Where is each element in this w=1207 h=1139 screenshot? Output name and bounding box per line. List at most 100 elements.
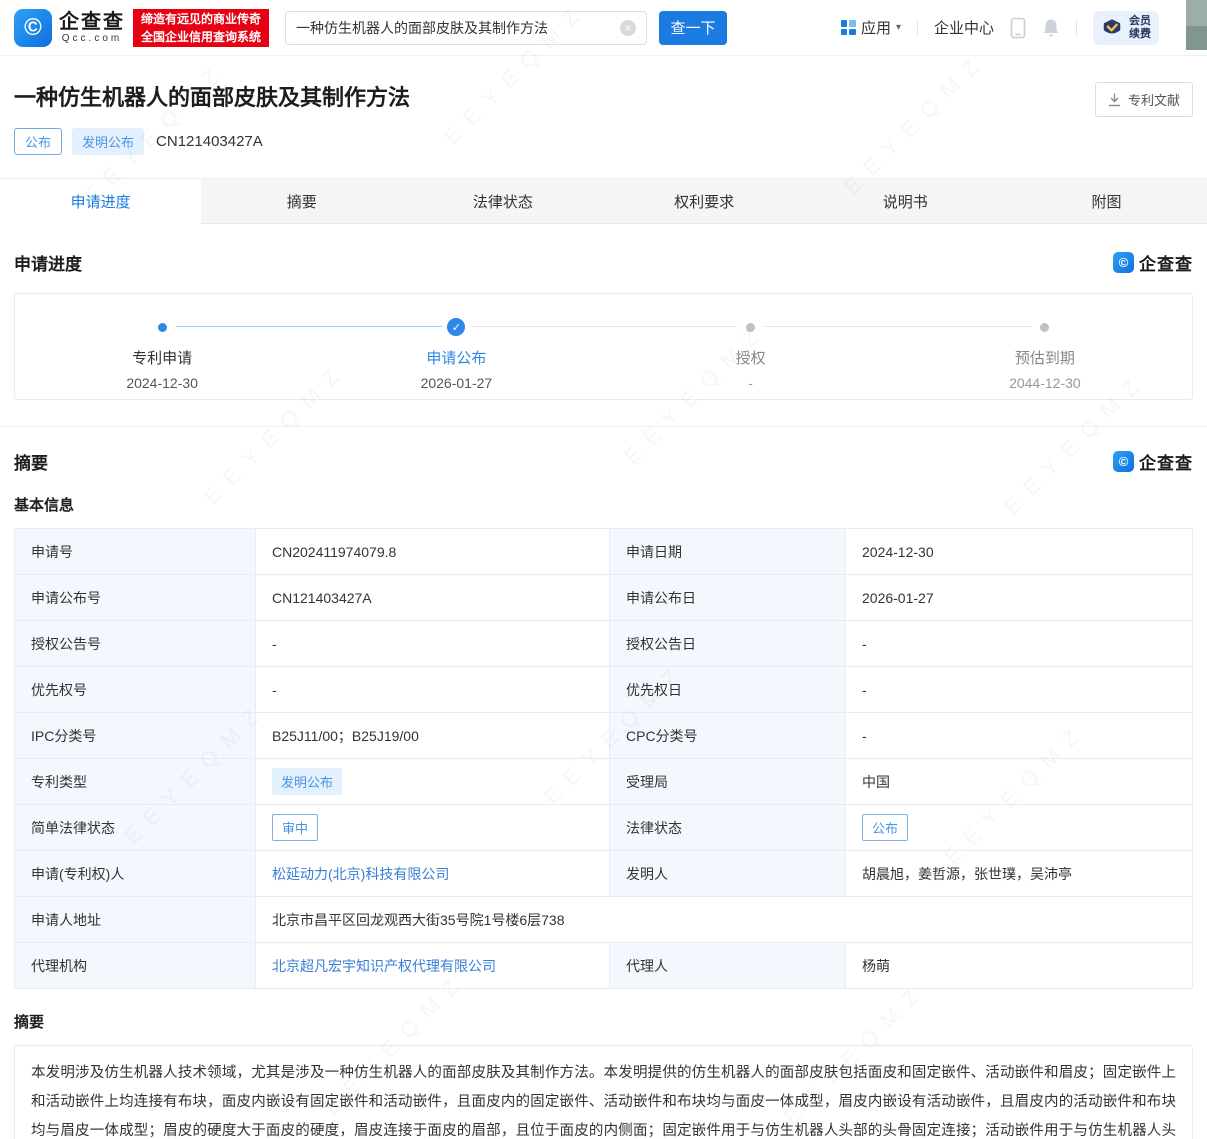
patent-type-badge: 发明公布 [272,768,343,795]
cell-label: 代理人 [609,942,846,989]
member-renewal-button[interactable]: 会员 续费 [1093,10,1159,45]
table-row: 申请号 CN202411974079.8 申请日期 2024-12-30 [14,528,1193,575]
member-badge-icon [1103,18,1121,33]
application-progress-timeline: 专利申请 2024-12-30 ✓ 申请公布 2026-01-27 授权 - 预… [14,293,1193,400]
nav-enterprise-center[interactable]: 企业中心 [934,17,994,38]
cell-label: 专利类型 [14,758,256,805]
cell-value: - [845,666,1193,713]
tab-application-progress[interactable]: 申请进度 [0,179,202,224]
tab-figures[interactable]: 附图 [1005,179,1207,224]
cell-label: CPC分类号 [609,712,846,759]
cell-value: 松延动力(北京)科技有限公司 [255,850,610,897]
timeline-dot-future [1040,322,1050,332]
chevron-down-icon: ▾ [895,22,901,33]
detail-tabs: 申请进度 摘要 法律状态 权利要求 说明书 附图 [0,178,1207,224]
cell-label: 法律状态 [609,804,846,851]
apps-grid-icon [840,20,856,35]
header-search: × 查一下 [285,10,728,45]
timeline-step-label: 授权 [735,350,766,367]
main-content: 申请进度 © 企查查 专利申请 2024-12-30 ✓ 申请公布 2026-0… [0,250,1207,1139]
nav-apps-label: 应用 [860,20,891,37]
cell-label: 受理局 [609,758,846,805]
cell-value: CN121403427A [255,574,610,621]
cell-value: - [845,620,1193,667]
cell-value: 北京超凡宏宇知识产权代理有限公司 [255,942,610,989]
header-nav: 应用 ▾ 企业中心 会员 续费 [840,10,1193,45]
cell-label: 申请号 [14,528,256,575]
section-divider [0,426,1207,427]
applicant-link[interactable]: 松延动力(北京)科技有限公司 [272,866,449,882]
simple-legal-status-badge: 审中 [272,814,319,841]
download-icon [1108,92,1121,106]
table-row: 专利类型 发明公布 受理局 中国 [14,758,1193,805]
cell-value: 北京市昌平区回龙观西大街35号院1号楼6层738 [255,896,1193,943]
page-title: 一种仿生机器人的面部皮肤及其制作方法 [14,85,411,110]
publication-number: CN121403427A [156,133,263,150]
abstract-title: 摘要 [14,1014,45,1031]
cell-value: - [255,620,610,667]
timeline-connector [176,326,443,327]
mobile-app-button[interactable] [1010,17,1026,39]
slogan-line1: 缔造有远见的商业传奇 [141,11,262,26]
qcc-mini-logo-text: 企查查 [1139,255,1193,274]
tab-abstract[interactable]: 摘要 [201,179,403,224]
agency-link[interactable]: 北京超凡宏宇知识产权代理有限公司 [272,958,496,974]
cell-value: 杨萌 [845,942,1193,989]
check-circle-icon: ✓ [447,318,466,336]
tab-description[interactable]: 说明书 [804,179,1006,224]
timeline-steps: 专利申请 2024-12-30 ✓ 申请公布 2026-01-27 授权 - 预… [15,318,1192,391]
phone-icon [1010,17,1026,38]
cell-label: 优先权号 [14,666,256,713]
timeline-step-label: 专利申请 [132,350,193,367]
qcc-logo[interactable]: © 企查查 Qcc.com [14,8,125,47]
qcc-watermark-logo: © 企查查 [1113,449,1193,474]
table-row: 授权公告号 - 授权公告日 - [14,620,1193,667]
legal-status-badge: 公布 [862,814,909,841]
timeline-step-grant: 授权 - [604,318,898,391]
cell-value: 2026-01-27 [845,574,1193,621]
table-row: 申请公布号 CN121403427A 申请公布日 2026-01-27 [14,574,1193,621]
table-row: 优先权号 - 优先权日 - [14,666,1193,713]
brand-name: 企查查 [59,11,125,33]
patent-badge-row: 公布 发明公布 CN121403427A [14,128,1193,155]
timeline-dot-future [746,322,756,332]
tab-claims[interactable]: 权利要求 [603,179,805,224]
tab-legal-status[interactable]: 法律状态 [402,179,604,224]
abstract-text: 本发明涉及仿生机器人技术领域，尤其是涉及一种仿生机器人的面部皮肤及其制作方法。本… [31,1065,1176,1139]
abstract-box: 本发明涉及仿生机器人技术领域，尤其是涉及一种仿生机器人的面部皮肤及其制作方法。本… [14,1045,1193,1139]
cell-label: 申请公布号 [14,574,256,621]
search-button[interactable]: 查一下 [659,10,728,45]
member-line2: 续费 [1129,27,1151,40]
cell-value: 中国 [845,758,1193,805]
browser-scrollbar-fragment[interactable] [1186,0,1207,50]
nav-apps[interactable]: 应用 ▾ [840,17,901,38]
cell-label: 优先权日 [609,666,846,713]
qcc-mini-logo-icon: © [1113,252,1134,273]
cell-value: 胡晨旭，姜哲源，张世璞，吴沛亭 [845,850,1193,897]
search-box[interactable]: × [285,10,648,45]
timeline-step-date: 2024-12-30 [126,375,198,391]
table-row: 代理机构 北京超凡宏宇知识产权代理有限公司 代理人 杨萌 [14,942,1193,989]
cell-value: 审中 [255,804,610,851]
cell-value: - [845,712,1193,759]
cell-label: IPC分类号 [14,712,256,759]
timeline-connector [470,326,737,327]
nav-divider [916,19,918,36]
member-line1: 会员 [1129,14,1151,27]
timeline-step-date: - [748,375,753,391]
table-row: IPC分类号 B25J11/00；B25J19/00 CPC分类号 - [14,712,1193,759]
patent-type-badge: 发明公布 [72,128,145,155]
nav-enterprise-label: 企业中心 [933,20,994,37]
search-input[interactable] [296,19,621,36]
cell-label: 申请人地址 [14,896,256,943]
patent-document-button[interactable]: 专利文献 [1094,82,1193,117]
timeline-step-filing: 专利申请 2024-12-30 [15,318,309,391]
notifications-button[interactable] [1042,18,1060,38]
clear-search-icon[interactable]: × [620,19,637,36]
cell-label: 申请公布日 [609,574,846,621]
brand-slogan: 缔造有远见的商业传奇 全国企业信用查询系统 [133,8,270,47]
cell-label: 申请(专利权)人 [14,850,256,897]
qcc-mini-logo-icon: © [1113,451,1134,472]
cell-value: 2024-12-30 [845,528,1193,575]
slogan-line2: 全国企业信用查询系统 [141,29,262,44]
